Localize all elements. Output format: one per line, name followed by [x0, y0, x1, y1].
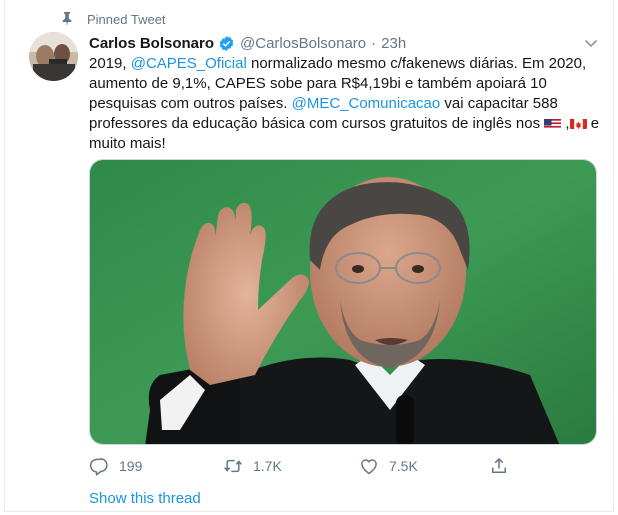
separator-dot: ·	[371, 34, 377, 52]
canada-flag-icon	[569, 117, 587, 129]
like-icon	[361, 459, 377, 475]
author-name[interactable]: Carlos Bolsonaro	[89, 35, 214, 52]
share-icon	[492, 457, 506, 473]
avatar[interactable]	[29, 32, 78, 81]
retweet-icon	[224, 459, 242, 473]
tweet-photo[interactable]	[89, 159, 597, 445]
timestamp[interactable]: 23h	[381, 35, 406, 52]
author-handle[interactable]: @CarlosBolsonaro	[240, 35, 366, 52]
tweet-actions: 199 1.7K 7.5K	[89, 455, 519, 477]
tweet-header: Carlos Bolsonaro @CarlosBolsonaro · 23h	[89, 33, 406, 53]
show-thread-link[interactable]: Show this thread	[89, 490, 201, 507]
tweet-line-5: muito mais!	[89, 135, 166, 152]
tweet-line-3: pesquisas com outros países. @MEC_Comuni…	[89, 95, 558, 112]
tweet-line-2: aumento de 9,1%, CAPES sobe para R$4,19b…	[89, 75, 547, 92]
verified-icon	[219, 35, 234, 51]
tweet-text: 2019, @CAPES_Oficial normalizado mesmo c…	[89, 54, 609, 154]
like-button[interactable]: 7.5K	[359, 455, 418, 477]
reply-button[interactable]: 199	[89, 455, 142, 477]
pin-icon	[62, 12, 72, 26]
caret-down-icon[interactable]	[583, 35, 599, 51]
retweet-button[interactable]: 1.7K	[223, 455, 282, 477]
mention-capes[interactable]: @CAPES_Oficial	[131, 55, 247, 72]
reply-count: 199	[119, 458, 143, 474]
reply-icon	[89, 458, 108, 476]
tweet-line-4: professores da educação básica com curso…	[89, 115, 600, 132]
retweet-count: 1.7K	[253, 458, 282, 474]
mention-mec[interactable]: @MEC_Comunicacao	[292, 95, 441, 112]
us-flag-icon	[544, 117, 562, 129]
share-button[interactable]	[489, 455, 509, 477]
tweet-card[interactable]: Pinned Tweet Carlos Bolsonaro @CarlosBol…	[4, 0, 614, 512]
pinned-indicator: Pinned Tweet	[61, 10, 166, 28]
tweet-line-1: 2019, @CAPES_Oficial normalizado mesmo c…	[89, 55, 587, 72]
like-count: 7.5K	[389, 458, 418, 474]
pinned-label: Pinned Tweet	[87, 11, 166, 27]
